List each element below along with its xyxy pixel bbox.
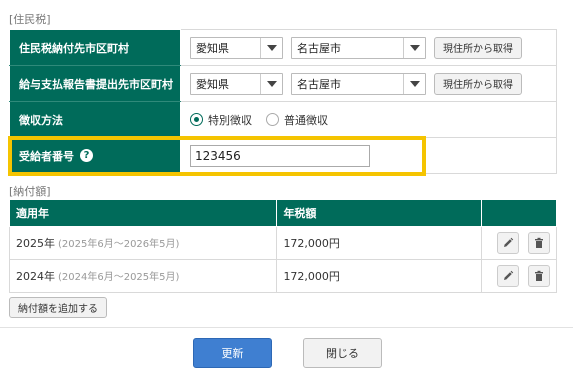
collection-method-row: 徴収方法 特別徴収 普通徴収 [9,101,557,138]
report-city-row: 給与支払報告書提出先市区町村 愛知県 名古屋市 現住所から取得 [9,65,557,102]
trash-icon[interactable] [528,265,550,287]
table-header: 適用年 年税額 [8,199,557,227]
chevron-down-icon [403,73,425,94]
resident-tax-section-label: [住民税] [9,13,51,26]
radio-checked-icon [190,113,203,126]
column-header-actions [481,199,557,227]
payment-amounts-table: 適用年 年税額 2025年 (2025年6月～2026年5月) 172,000円 … [8,199,557,293]
payment-city-row: 住民税納付先市区町村 愛知県 名古屋市 現住所から取得 [9,29,557,66]
pencil-icon[interactable] [496,232,519,254]
chevron-down-icon [403,37,425,58]
payment-prefecture-select[interactable]: 愛知県 [190,36,283,59]
divider [0,327,573,328]
trash-icon[interactable] [528,232,550,254]
payment-city-label: 住民税納付先市区町村 [9,29,181,66]
column-header-amount: 年税額 [276,199,483,227]
radio-special-collection[interactable]: 特別徴収 [190,112,252,128]
question-circle-icon[interactable]: ? [80,149,93,162]
row-year: 2025年 [16,237,55,250]
add-payment-amount-button[interactable]: 納付額を追加する [9,297,107,318]
row-period: (2025年6月～2026年5月) [58,239,180,250]
chevron-down-icon [260,73,282,94]
payment-city-from-address-button[interactable]: 現住所から取得 [434,36,522,59]
table-row: 2025年 (2025年6月～2026年5月) 172,000円 [8,226,557,260]
row-year: 2024年 [16,270,55,283]
pencil-icon[interactable] [496,265,519,287]
payment-amounts-section-label: [納付額] [9,185,51,198]
column-header-year: 適用年 [8,199,278,227]
radio-unchecked-icon [266,113,279,126]
row-amount: 172,000円 [276,259,483,293]
chevron-down-icon [260,37,282,58]
close-button[interactable]: 閉じる [303,338,382,368]
row-period: (2024年6月～2025年5月) [58,272,180,283]
update-button[interactable]: 更新 [193,338,272,368]
row-amount: 172,000円 [276,226,483,260]
resident-tax-form: 住民税納付先市区町村 愛知県 名古屋市 現住所から取得 給与支払報告書提出先市区… [9,29,557,174]
report-city-label: 給与支払報告書提出先市区町村 [9,65,181,102]
payment-city-select[interactable]: 名古屋市 [291,36,426,59]
report-city-select[interactable]: 名古屋市 [291,72,426,95]
recipient-number-input[interactable]: 123456 [190,144,370,167]
recipient-number-label: 受給者番号 [19,149,74,163]
recipient-number-row: 受給者番号 ? 123456 [9,137,557,174]
table-row: 2024年 (2024年6月～2025年5月) 172,000円 [8,259,557,293]
report-city-from-address-button[interactable]: 現住所から取得 [434,72,522,95]
report-prefecture-select[interactable]: 愛知県 [190,72,283,95]
collection-method-label: 徴収方法 [9,101,181,138]
radio-normal-collection[interactable]: 普通徴収 [266,112,328,128]
